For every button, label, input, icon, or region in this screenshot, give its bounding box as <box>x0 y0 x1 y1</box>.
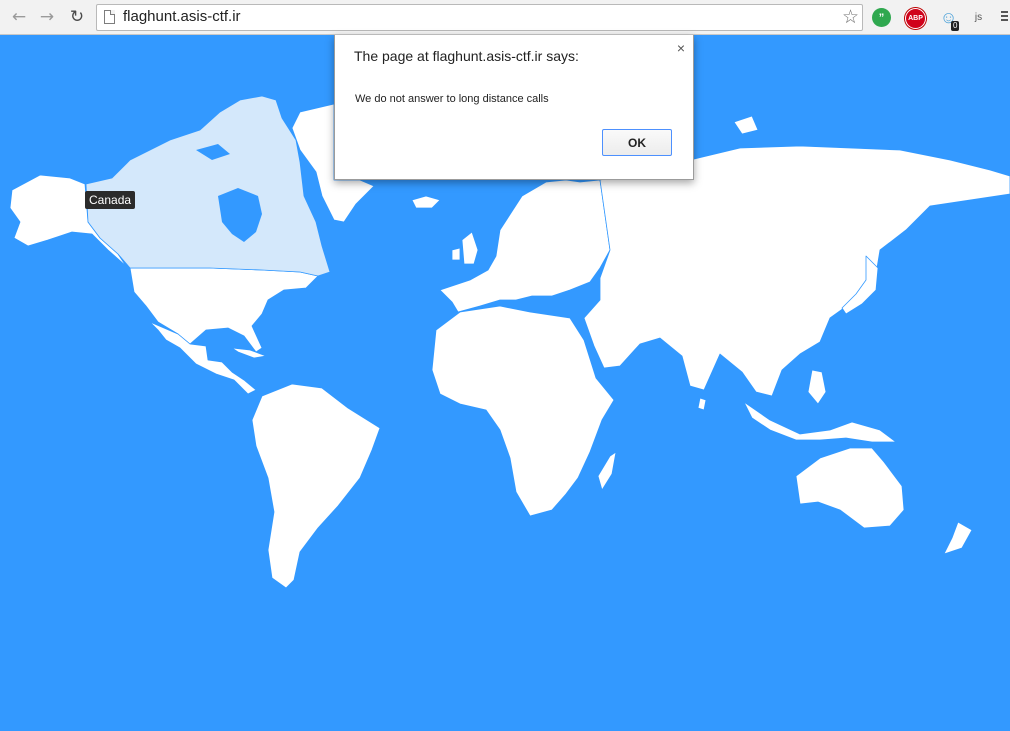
browser-toolbar: ← → ↻ flaghunt.asis-ctf.ir ☆ ” ABP ☺ 0 j… <box>0 0 1010 35</box>
country-madagascar[interactable] <box>597 451 617 491</box>
country-tooltip: Canada <box>85 191 136 209</box>
island-baffin-extra[interactable] <box>733 115 759 135</box>
country-canada[interactable] <box>85 95 331 277</box>
ok-button[interactable]: OK <box>602 129 672 156</box>
region-indonesia[interactable] <box>743 401 897 443</box>
ghostery-badge: 0 <box>951 21 960 31</box>
dialog-message: We do not answer to long distance calls <box>355 93 549 105</box>
chrome-menu-icon[interactable] <box>1001 11 1010 23</box>
forward-button[interactable]: → <box>36 6 58 28</box>
continent-south-america[interactable] <box>251 383 381 589</box>
country-new-zealand[interactable] <box>943 521 973 555</box>
country-cuba[interactable] <box>231 347 267 359</box>
js-toggle-icon[interactable]: js <box>969 8 988 27</box>
back-arrow-icon: ← <box>11 7 27 27</box>
reload-icon: ↻ <box>69 7 85 27</box>
alert-dialog: The page at flaghunt.asis-ctf.ir says: ×… <box>334 35 694 180</box>
page-icon <box>104 10 115 24</box>
hangouts-glyph: ” <box>878 11 885 24</box>
country-ireland[interactable] <box>451 247 461 261</box>
country-usa[interactable] <box>129 267 319 353</box>
reload-button[interactable]: ↻ <box>66 6 88 28</box>
abp-glyph: ABP <box>908 15 923 22</box>
country-philippines[interactable] <box>807 369 827 405</box>
js-glyph: js <box>974 12 983 23</box>
adblock-plus-icon[interactable]: ABP <box>905 8 926 29</box>
bookmark-star-icon[interactable]: ☆ <box>842 6 859 28</box>
hangouts-icon[interactable]: ” <box>872 8 891 27</box>
country-iceland[interactable] <box>411 195 441 209</box>
address-bar[interactable]: flaghunt.asis-ctf.ir ☆ <box>96 4 863 31</box>
url-text[interactable]: flaghunt.asis-ctf.ir <box>123 8 241 25</box>
close-icon[interactable]: × <box>677 40 685 56</box>
back-button[interactable]: ← <box>8 6 30 28</box>
continent-africa[interactable] <box>431 305 615 517</box>
country-australia[interactable] <box>795 447 905 529</box>
country-sri-lanka[interactable] <box>697 397 707 411</box>
country-uk[interactable] <box>461 231 479 265</box>
continent-asia[interactable] <box>583 145 1010 397</box>
dialog-title: The page at flaghunt.asis-ctf.ir says: <box>354 48 579 64</box>
forward-arrow-icon: → <box>39 7 55 27</box>
